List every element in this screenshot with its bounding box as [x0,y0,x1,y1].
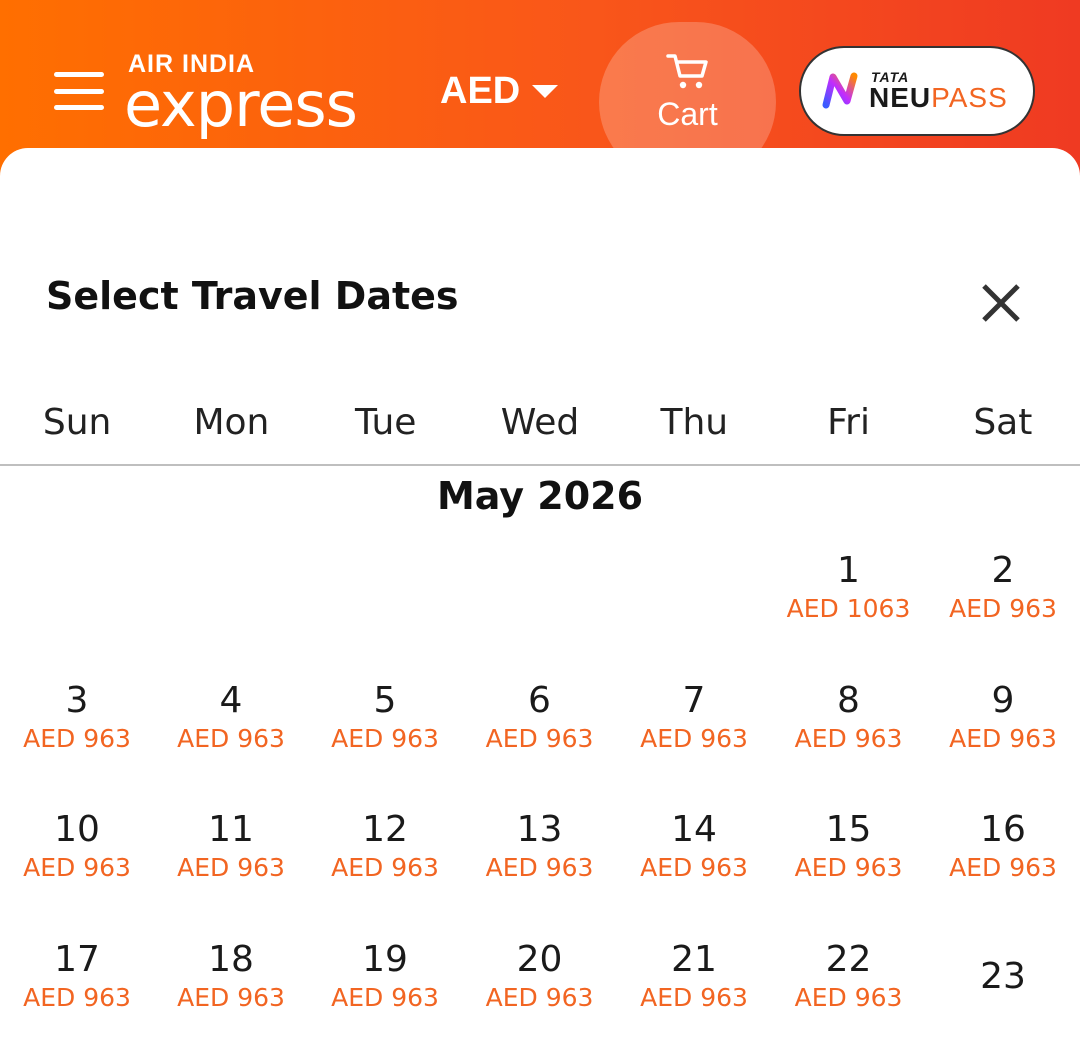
calendar-day-cell[interactable]: 14 AED 963 [617,809,771,939]
day-number: 16 [980,809,1026,850]
tata-neupass-button[interactable]: TATA NEUPASS [799,46,1035,136]
menu-icon[interactable] [54,72,104,110]
day-price: AED 963 [331,723,439,753]
close-icon[interactable] [976,278,1026,328]
day-price: AED 963 [949,594,1057,623]
calendar-day-cell[interactable]: 1 AED 1063 [771,550,926,680]
day-price: AED 963 [177,723,285,753]
day-number: 3 [65,679,89,721]
day-number: 6 [528,679,551,721]
calendar-day-cell[interactable]: 4 AED 963 [154,680,308,810]
day-number: 4 [219,679,243,721]
calendar-day-cell[interactable]: 11 AED 963 [154,809,308,939]
day-number: 12 [362,809,408,850]
day-number: 8 [837,679,860,721]
day-number: 14 [671,809,717,850]
day-number: 23 [980,955,1026,997]
day-number: 17 [54,938,100,980]
day-price: AED 963 [640,853,748,882]
day-price: AED 963 [794,982,903,1012]
day-price: AED 963 [485,853,594,882]
weekday-thu: Thu [660,402,729,443]
calendar-day-cell[interactable]: 16 AED 963 [926,809,1080,939]
calendar-day-cell[interactable]: 2 AED 963 [926,550,1080,680]
day-number: 20 [516,938,563,980]
air-india-express-logo[interactable]: AIR INDIA express [124,50,358,141]
day-price: AED 963 [640,982,748,1012]
day-number: 19 [362,938,408,980]
day-number: 9 [991,679,1015,721]
cart-label: Cart [657,96,718,132]
page-title: Select Travel Dates [46,274,459,318]
neupass-logo-icon [822,72,858,109]
day-price: AED 963 [23,853,131,882]
neupass-rest-part: PASS [931,82,1008,113]
calendar-empty-cell [154,550,308,680]
calendar-day-cell[interactable]: 8 AED 963 [771,680,926,810]
weekday-sun: Sun [42,402,112,443]
calendar-empty-cell [0,550,154,680]
day-number: 22 [825,938,872,980]
calendar-day-cell[interactable]: 6 AED 963 [462,680,617,810]
neupass-bottom-text: NEUPASS [869,84,1008,112]
calendar-grid: 1 AED 1063 2 AED 963 3 AED 963 4 AED 963 5 AED 96… [0,550,1080,1062]
calendar-day-cell[interactable]: 18 AED 963 [154,939,308,1062]
day-price: AED 963 [331,853,439,882]
day-price: AED 963 [177,982,285,1012]
day-price: AED 963 [949,853,1057,882]
currency-label: AED [440,70,521,112]
chevron-down-icon [532,85,559,98]
calendar-day-cell[interactable]: 12 AED 963 [308,809,462,939]
day-number: 7 [682,679,706,721]
calendar-day-cell[interactable]: 21 AED 963 [617,939,771,1062]
calendar-day-cell[interactable]: 10 AED 963 [0,809,154,939]
day-number: 5 [373,679,397,721]
calendar-day-cell[interactable]: 17 AED 963 [0,939,154,1062]
day-price: AED 963 [485,982,594,1012]
calendar-day-cell[interactable]: 5 AED 963 [308,680,462,810]
calendar-day-cell[interactable]: 20 AED 963 [462,939,617,1062]
weekday-header: Sun Mon Tue Wed Thu Fri Sat [0,402,1080,466]
cart-icon [665,54,708,89]
date-picker-sheet: Select Travel Dates Sun Mon Tue Wed Thu … [0,148,1080,1062]
day-price: AED 963 [177,853,285,882]
day-price: AED 963 [794,853,903,882]
day-price: AED 963 [23,723,131,753]
calendar-day-cell[interactable]: 19 AED 963 [308,939,462,1062]
weekday-tue: Tue [354,402,417,443]
day-number: 21 [671,938,717,980]
day-number: 11 [208,809,254,850]
currency-selector[interactable]: AED [440,70,559,113]
day-number: 13 [516,809,563,850]
weekday-mon: Mon [193,402,270,443]
day-price: AED 963 [794,723,903,753]
neupass-bold-part: NEU [869,82,932,113]
weekday-wed: Wed [500,402,580,443]
day-number: 10 [54,809,100,850]
day-number: 18 [208,938,254,980]
day-price: AED 963 [485,723,594,753]
calendar-day-cell[interactable]: 7 AED 963 [617,680,771,810]
day-price: AED 1063 [786,594,911,623]
calendar-day-cell[interactable]: 22 AED 963 [771,939,926,1062]
day-price: AED 963 [949,723,1057,753]
day-number: 2 [991,550,1015,591]
calendar-day-cell[interactable]: 15 AED 963 [771,809,926,939]
calendar-day-cell[interactable]: 23 [926,939,1080,1062]
day-number: 15 [825,809,872,850]
weekday-fri: Fri [827,402,870,443]
day-price: AED 963 [331,982,439,1012]
calendar-day-cell[interactable]: 3 AED 963 [0,680,154,810]
calendar-empty-cell [462,550,617,680]
calendar-day-cell[interactable]: 9 AED 963 [926,680,1080,810]
calendar-empty-cell [617,550,771,680]
weekday-sat: Sat [973,402,1033,443]
day-price: AED 963 [640,723,748,753]
day-number: 1 [837,550,860,591]
calendar-day-cell[interactable]: 13 AED 963 [462,809,617,939]
calendar-empty-cell [308,550,462,680]
day-price: AED 963 [23,982,131,1012]
month-label: May 2026 [436,474,644,518]
logo-main-text: express [124,68,358,141]
